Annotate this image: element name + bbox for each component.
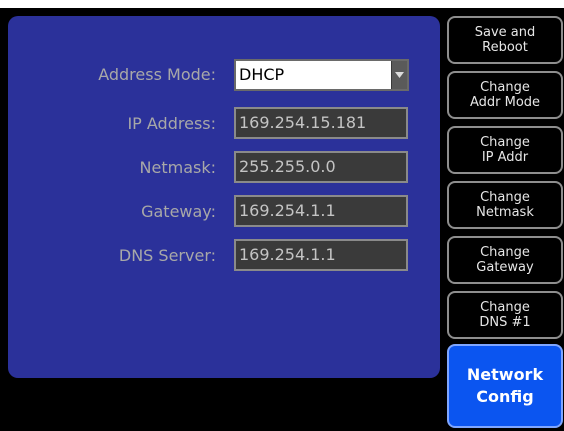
change-addr-mode-button[interactable]: Change Addr Mode <box>447 71 563 119</box>
button-label-line1: Change <box>480 135 530 150</box>
change-dns-button[interactable]: Change DNS #1 <box>447 291 563 339</box>
address-mode-label: Address Mode: <box>98 65 216 84</box>
dns-server-label: DNS Server: <box>118 246 216 265</box>
button-label-line2: Addr Mode <box>469 95 541 110</box>
button-label-line2: Reboot <box>482 40 528 55</box>
network-config-button[interactable]: Network Config <box>447 344 563 428</box>
button-label-line1: Change <box>480 80 530 95</box>
address-mode-select[interactable]: DHCP <box>234 59 409 91</box>
button-label-line1: Change <box>480 300 530 315</box>
network-settings-panel: Address Mode: DHCP IP Address: 169.254.1… <box>8 16 440 378</box>
ip-address-label: IP Address: <box>127 114 216 133</box>
button-label-line1: Network <box>466 365 544 384</box>
chevron-down-icon[interactable] <box>391 61 407 89</box>
save-and-reboot-button[interactable]: Save and Reboot <box>447 16 563 64</box>
netmask-field[interactable]: 255.255.0.0 <box>234 151 408 183</box>
change-gateway-button[interactable]: Change Gateway <box>447 236 563 284</box>
change-ip-addr-button[interactable]: Change IP Addr <box>447 126 563 174</box>
button-label-line1: Change <box>480 245 530 260</box>
ip-address-field[interactable]: 169.254.15.181 <box>234 107 408 139</box>
netmask-label: Netmask: <box>139 158 216 177</box>
dns-server-field[interactable]: 169.254.1.1 <box>234 239 408 271</box>
gateway-label: Gateway: <box>141 202 216 221</box>
chevron-down-glyph <box>395 72 404 78</box>
address-mode-value: DHCP <box>239 65 285 84</box>
gateway-field[interactable]: 169.254.1.1 <box>234 195 408 227</box>
button-label-line1: Save and <box>474 25 536 40</box>
button-label-line2: Gateway <box>476 260 534 275</box>
button-label-line2: Netmask <box>476 205 534 220</box>
button-label-line2: DNS #1 <box>479 315 531 330</box>
button-label-line2: Config <box>476 387 534 406</box>
change-netmask-button[interactable]: Change Netmask <box>447 181 563 229</box>
button-label-line2: IP Addr <box>481 150 529 165</box>
button-label-line1: Change <box>480 190 530 205</box>
top-strip <box>0 0 564 8</box>
